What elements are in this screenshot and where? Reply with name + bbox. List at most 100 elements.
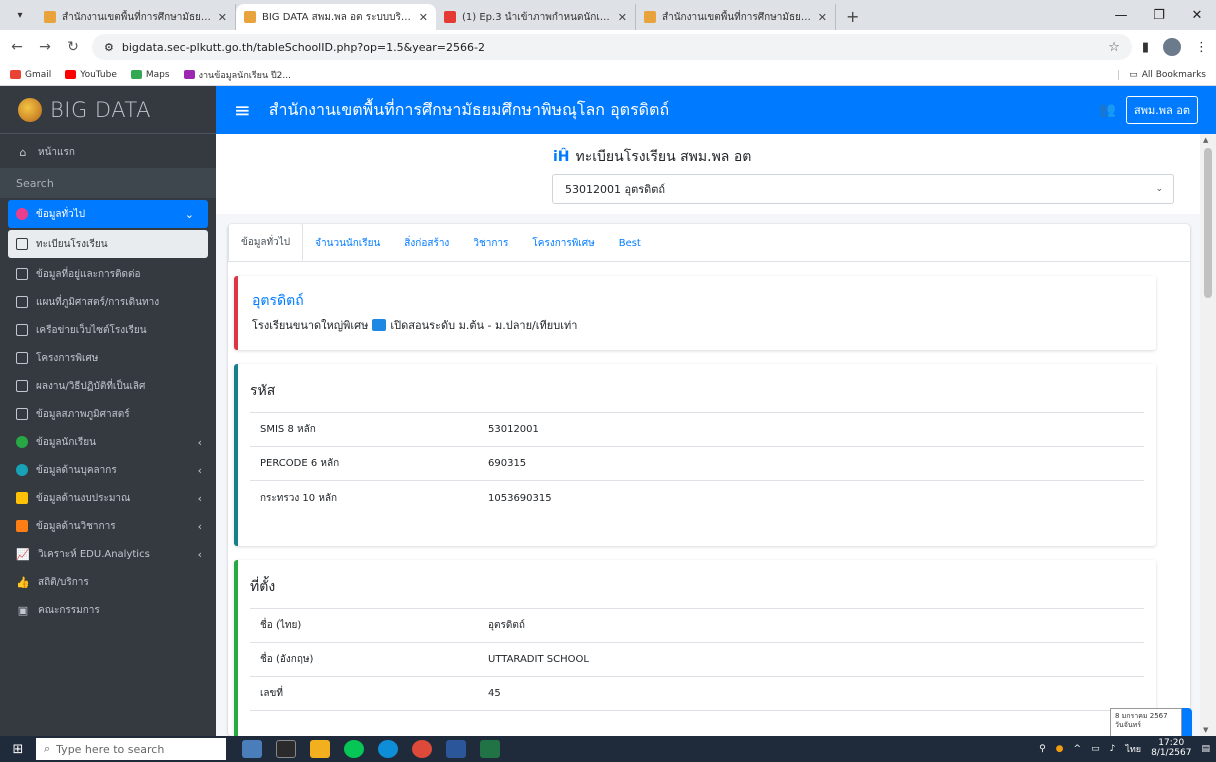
tooltip-date: 8 มกราคม 2567 <box>1115 712 1168 720</box>
logo-icon <box>18 97 42 122</box>
browser-tab-title: สำนักงานเขตพื้นที่การศึกษามัธยมศึกษา <box>62 11 212 23</box>
tab-best[interactable]: Best <box>607 225 653 261</box>
user-button[interactable]: สพม.พล อต <box>1126 96 1198 124</box>
page-scrollbar[interactable]: ▲ ▼ <box>1200 134 1216 736</box>
bookmark-student-data[interactable]: งานข้อมูลนักเรียน ปี2... <box>183 68 291 82</box>
clock[interactable]: 17:20 8/1/2567 <box>1151 738 1191 759</box>
chevron-left-icon: ‹ <box>197 519 202 533</box>
tab-buildings[interactable]: สิ่งก่อสร้าง <box>392 225 461 261</box>
show-hidden-icon[interactable]: ^ <box>1074 744 1082 754</box>
close-window-icon[interactable]: ✕ <box>1178 0 1216 30</box>
line-app-icon[interactable] <box>344 740 364 758</box>
scroll-up-icon[interactable]: ▲ <box>1203 136 1208 144</box>
back-icon[interactable]: ← <box>8 39 26 55</box>
tab-academic[interactable]: วิชาการ <box>461 225 520 261</box>
sidebar-item-map[interactable]: แผนที่ภูมิศาสตร์/การเดินทาง <box>0 288 216 316</box>
file-explorer-icon[interactable] <box>310 740 330 758</box>
sidebar-item-best[interactable]: ผลงาน/วิธีปฏิบัติที่เป็นเลิศ <box>0 372 216 400</box>
browser-tab-3[interactable]: (1) Ep.3 นำเข้าภาพกำหนดนักเรียน ✕ <box>436 4 636 30</box>
language-indicator[interactable]: ไทย <box>1125 742 1141 756</box>
sidebar-item-label: สถิติ/บริการ <box>38 576 89 588</box>
window-controls: — ❐ ✕ <box>1102 0 1216 30</box>
new-tab-icon[interactable]: + <box>846 7 859 26</box>
sidebar-search-input[interactable]: Search <box>0 168 216 198</box>
taskbar-search-input[interactable]: ⌕ Type here to search <box>36 738 226 760</box>
all-bookmarks[interactable]: ▭ All Bookmarks <box>1118 69 1206 80</box>
sidebar-item-geo[interactable]: ข้อมูลสภาพภูมิศาสตร์ <box>0 400 216 428</box>
tab-students[interactable]: จำนวนนักเรียน <box>303 225 392 261</box>
school-select[interactable]: 53012001 อุตรดิตถ์ ⌄ <box>552 174 1174 204</box>
browser-tab-2[interactable]: BIG DATA สพม.พล อต ระบบบริหาร ✕ <box>236 4 436 30</box>
sidebar-item-budget[interactable]: ข้อมูลด้านงบประมาณ ‹ <box>0 484 216 512</box>
sidebar-item-academic[interactable]: ข้อมูลด้านวิชาการ ‹ <box>0 512 216 540</box>
sidebar-item-contact[interactable]: ข้อมูลที่อยู่และการติดต่อ <box>0 260 216 288</box>
sidebar-item-general[interactable]: ข้อมูลทั่วไป ⌄ <box>8 200 208 228</box>
people-tray-icon[interactable]: ⚲ <box>1039 744 1046 754</box>
sidebar-item-committee[interactable]: ▣ คณะกรรมการ <box>0 596 216 624</box>
restore-icon[interactable]: ❐ <box>1140 0 1178 30</box>
school-icon: iĤ <box>553 149 570 165</box>
tab-label: จำนวนนักเรียน <box>315 237 381 249</box>
close-tab-icon[interactable]: ✕ <box>618 11 627 24</box>
profile-avatar[interactable] <box>1163 38 1181 56</box>
close-tab-icon[interactable]: ✕ <box>218 11 227 24</box>
row-key: ชื่อ (ไทย) <box>260 620 302 631</box>
code-card-title: รหัส <box>250 376 1144 413</box>
sidebar-item-analytics[interactable]: 📈 วิเคราะห์ EDU.Analytics ‹ <box>0 540 216 568</box>
sidebar-item-special[interactable]: โครงการพิเศษ <box>0 344 216 372</box>
tab-label: Best <box>618 237 641 249</box>
scrollbar-thumb[interactable] <box>1204 148 1212 298</box>
sidebar-item-school-register[interactable]: ทะเบียนโรงเรียน <box>8 230 208 258</box>
chevron-left-icon: ‹ <box>197 463 202 477</box>
url-input[interactable]: ⚙ bigdata.sec-plkutt.go.th/tableSchoolID… <box>92 34 1132 60</box>
square-icon <box>16 268 28 280</box>
close-tab-icon[interactable]: ✕ <box>419 11 428 24</box>
top-navbar: ≡ สำนักงานเขตพื้นที่การศึกษามัธยมศึกษาพิ… <box>216 86 1216 134</box>
browser-tab-4[interactable]: สำนักงานเขตพื้นที่การศึกษามัธยมศึกษา ✕ <box>636 4 836 30</box>
bookmarks-bar: Gmail YouTube Maps งานข้อมูลนักเรียน ปี2… <box>0 64 1216 86</box>
task-view-icon[interactable] <box>276 740 296 758</box>
row-value: 53012001 <box>488 424 539 435</box>
school-size: โรงเรียนขนาดใหญ่พิเศษ <box>252 319 369 332</box>
tab-search-icon[interactable]: ▾ <box>8 3 32 27</box>
bookmark-youtube[interactable]: YouTube <box>65 70 117 80</box>
minimize-icon[interactable]: — <box>1102 0 1140 30</box>
sidebar-item-websites[interactable]: เครือข่ายเว็บไซต์โรงเรียน <box>0 316 216 344</box>
network-icon[interactable]: ▭ <box>1091 744 1100 754</box>
reload-icon[interactable]: ↻ <box>64 39 82 55</box>
notification-icon[interactable]: ▤ <box>1201 744 1210 754</box>
sidebar-item-label: ข้อมูลด้านงบประมาณ <box>36 492 131 504</box>
sidebar-item-label: ข้อมูลสภาพภูมิศาสตร์ <box>36 408 130 420</box>
bookmark-maps[interactable]: Maps <box>130 70 170 80</box>
tab-general[interactable]: ข้อมูลทั่วไป <box>228 224 304 261</box>
windows-start-icon[interactable]: ⊞ <box>0 742 36 757</box>
scroll-down-icon[interactable]: ▼ <box>1203 726 1208 734</box>
site-settings-icon[interactable]: ⚙ <box>104 41 114 54</box>
bookmark-gmail[interactable]: Gmail <box>10 70 51 80</box>
bookmark-star-icon[interactable]: ☆ <box>1108 40 1120 55</box>
sidebar-item-stats[interactable]: 👍 สถิติ/บริการ <box>0 568 216 596</box>
excel-icon[interactable] <box>480 740 500 758</box>
sidebar-item-label: เครือข่ายเว็บไซต์โรงเรียน <box>36 324 147 336</box>
sidebar-item-personnel[interactable]: ข้อมูลด้านบุคลากร ‹ <box>0 456 216 484</box>
hamburger-menu-icon[interactable]: ≡ <box>234 98 251 122</box>
landscape-icon[interactable] <box>242 740 262 758</box>
row-key: PERCODE 6 หลัก <box>260 458 340 469</box>
sidebar-item-students[interactable]: ข้อมูลนักเรียน ‹ <box>0 428 216 456</box>
side-panel-icon[interactable]: ▮ <box>1142 40 1149 55</box>
date-tooltip: 8 มกราคม 2567 วันจันทร์ <box>1110 708 1182 736</box>
tab-special-projects[interactable]: โครงการพิเศษ <box>520 225 606 261</box>
chrome-icon[interactable] <box>412 740 432 758</box>
users-icon[interactable]: 👥 <box>1099 102 1116 118</box>
sidebar-item-label: ข้อมูลนักเรียน <box>36 436 96 448</box>
close-tab-icon[interactable]: ✕ <box>818 11 827 24</box>
volume-icon[interactable]: ♪ <box>1110 744 1116 754</box>
word-icon[interactable] <box>446 740 466 758</box>
forward-icon[interactable]: → <box>36 39 54 55</box>
edge-icon[interactable] <box>378 740 398 758</box>
weather-icon[interactable]: ● <box>1056 744 1064 754</box>
browser-menu-icon[interactable]: ⋮ <box>1195 40 1208 55</box>
browser-tab-1[interactable]: สำนักงานเขตพื้นที่การศึกษามัธยมศึกษา ✕ <box>36 4 236 30</box>
sidebar-item-home[interactable]: ⌂ หน้าแรก <box>0 138 216 166</box>
brand[interactable]: BIG DATA <box>0 86 216 134</box>
